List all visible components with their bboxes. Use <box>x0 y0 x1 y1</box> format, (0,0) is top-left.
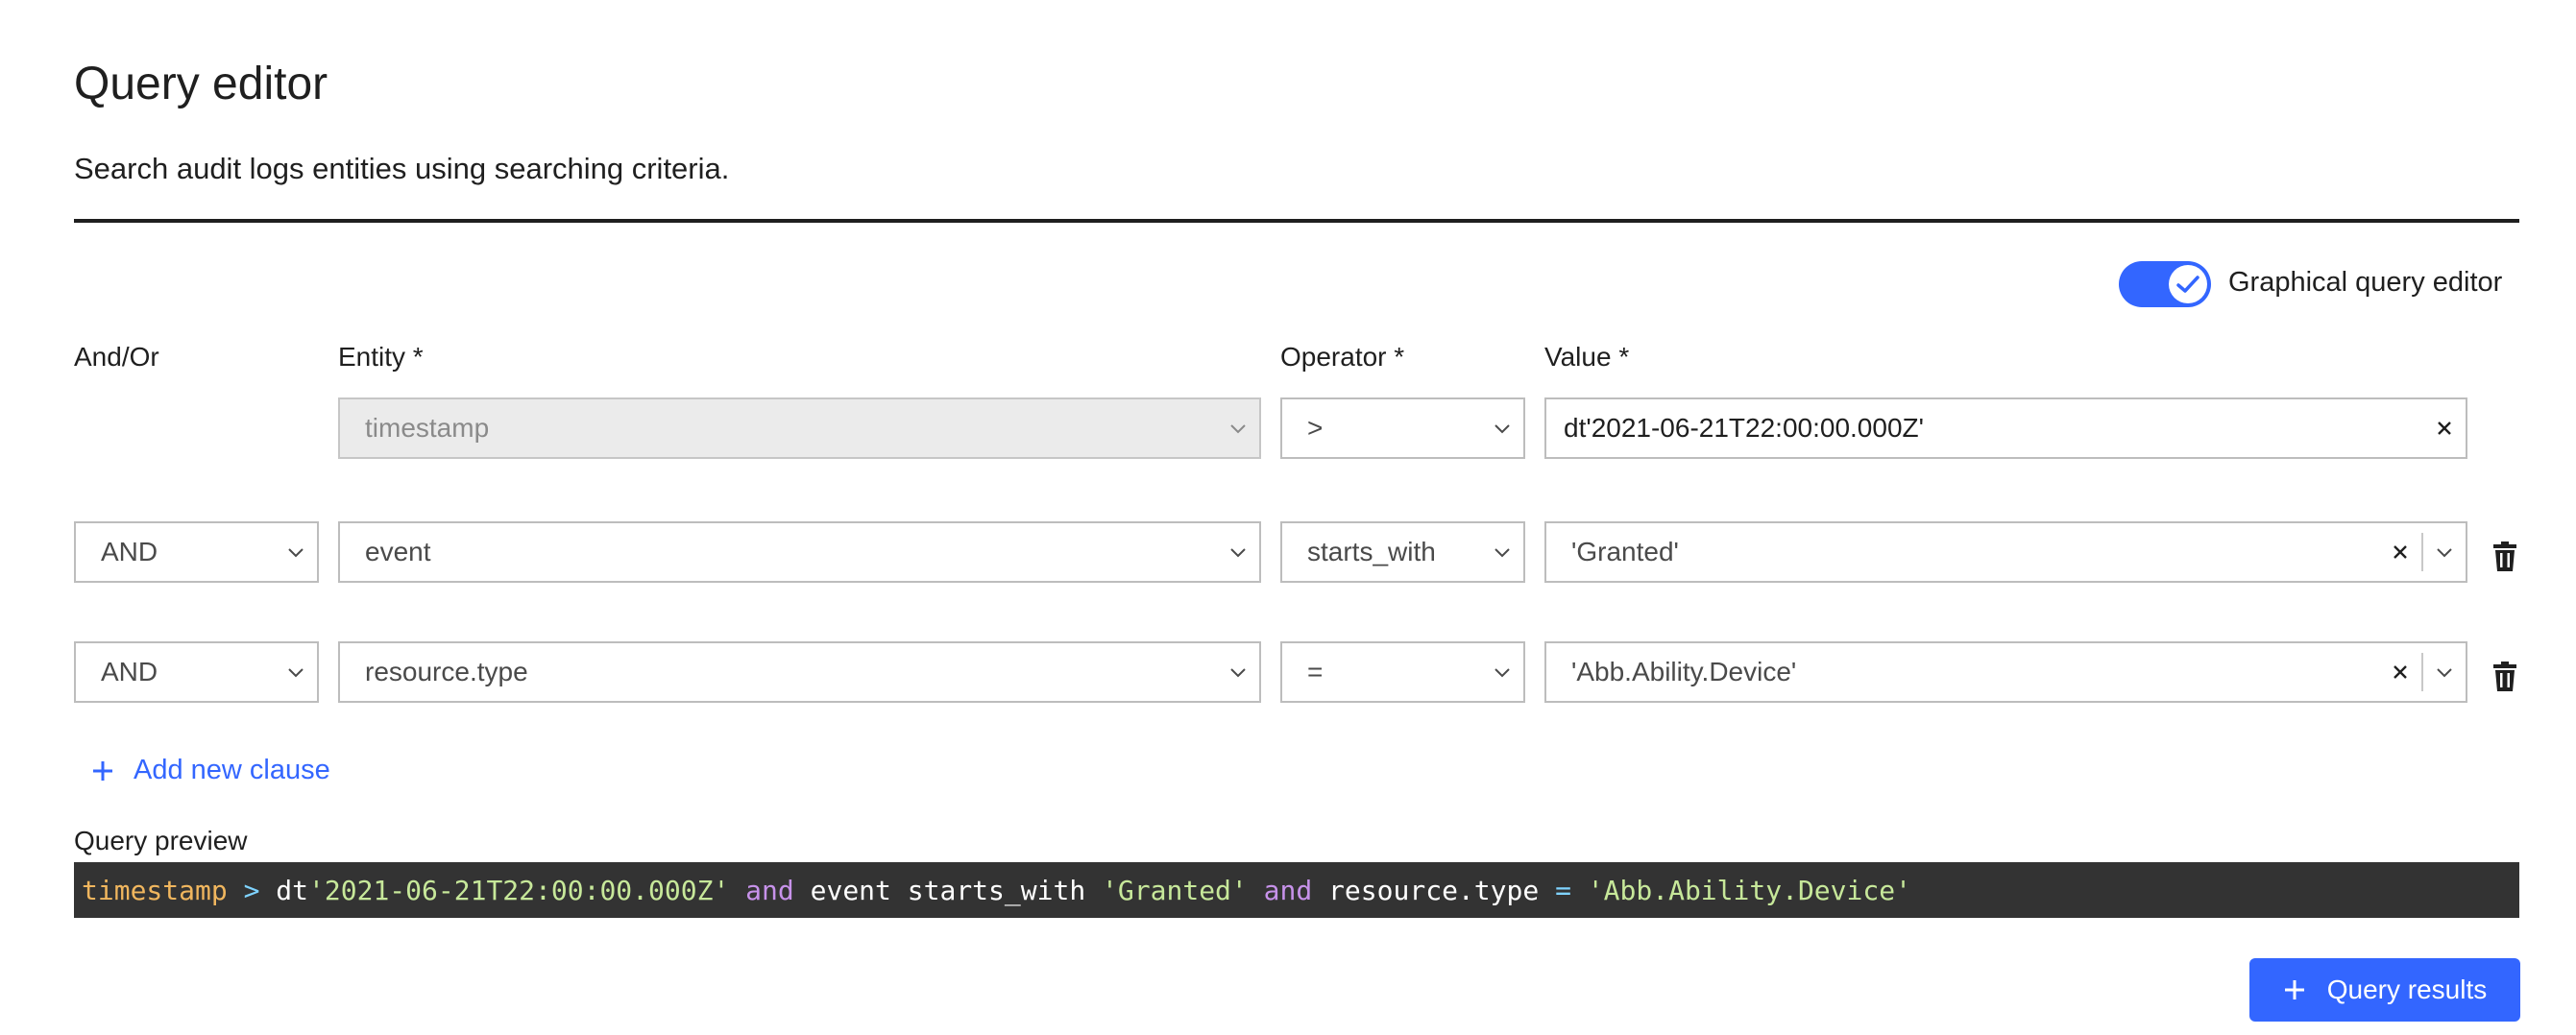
query-preview: timestamp > dt '2021-06-21T22:00:00.000Z'… <box>74 862 2519 918</box>
trash-icon[interactable] <box>2488 538 2522 576</box>
chevron-down-icon[interactable] <box>2423 523 2466 581</box>
chevron-down-icon[interactable] <box>275 643 317 701</box>
column-label-andor: And/Or <box>74 342 159 372</box>
chevron-down-icon[interactable] <box>1481 523 1523 581</box>
trash-icon[interactable] <box>2488 658 2522 696</box>
query-token: = <box>1555 874 1571 906</box>
query-token: and <box>745 874 794 906</box>
query-results-button[interactable]: Query results <box>2249 958 2520 1022</box>
value-combobox-2[interactable]: 'Granted' <box>1544 521 2467 583</box>
entity-select-1: timestamp <box>338 397 1261 459</box>
entity-select-2[interactable]: event <box>338 521 1261 583</box>
close-icon[interactable] <box>2379 523 2421 581</box>
plus-icon <box>2284 980 2304 999</box>
andor-select-2[interactable]: AND <box>74 521 319 583</box>
column-label-value: Value * <box>1544 342 1630 372</box>
add-clause-label: Add new clause <box>134 755 330 785</box>
query-token: > <box>243 874 260 906</box>
value-input-1[interactable]: dt'2021-06-21T22:00:00.000Z' <box>1544 397 2467 459</box>
query-token: '2021-06-21T22:00:00.000Z' <box>308 874 730 906</box>
plus-icon <box>93 760 112 781</box>
page-title: Query editor <box>74 59 328 109</box>
toggle-label: Graphical query editor <box>2228 267 2503 298</box>
query-token: dt <box>259 874 309 906</box>
value-combobox-3[interactable]: 'Abb.Ability.Device' <box>1544 641 2467 703</box>
operator-select-2[interactable]: starts_with <box>1280 521 1525 583</box>
chevron-down-icon[interactable] <box>1481 399 1523 457</box>
value-combobox-text: 'Abb.Ability.Device' <box>1571 657 1797 686</box>
chevron-down-icon[interactable] <box>275 523 317 581</box>
operator-select-value: = <box>1307 657 1324 686</box>
entity-select-3[interactable]: resource.type <box>338 641 1261 703</box>
andor-select-value: AND <box>101 537 158 566</box>
query-results-label: Query results <box>2326 975 2488 1004</box>
entity-select-value: event <box>365 537 431 566</box>
operator-select-value: starts_with <box>1307 537 1436 566</box>
andor-select-3[interactable]: AND <box>74 641 319 703</box>
page-subtitle: Search audit logs entities using searchi… <box>74 152 730 185</box>
chevron-down-icon[interactable] <box>1481 643 1523 701</box>
query-token: resource.type <box>1312 874 1556 906</box>
check-icon <box>2176 276 2199 293</box>
query-token <box>228 875 244 906</box>
column-label-entity: Entity * <box>338 342 424 372</box>
column-label-operator: Operator * <box>1280 342 1405 372</box>
andor-select-value: AND <box>101 657 158 686</box>
query-token: event starts_with <box>793 874 1103 906</box>
close-icon[interactable] <box>2379 643 2421 701</box>
close-icon[interactable] <box>2423 399 2466 457</box>
toggle-knob <box>2169 265 2207 303</box>
header-divider <box>74 219 2519 223</box>
value-input-text: dt'2021-06-21T22:00:00.000Z' <box>1564 413 1924 443</box>
entity-select-value: timestamp <box>365 413 490 443</box>
add-clause-button[interactable]: Add new clause <box>91 755 330 786</box>
query-preview-label: Query preview <box>74 826 248 855</box>
chevron-down-icon[interactable] <box>2423 643 2466 701</box>
query-token: 'Abb.Ability.Device' <box>1587 874 1911 906</box>
graphical-editor-toggle[interactable] <box>2119 261 2211 307</box>
value-combobox-text: 'Granted' <box>1571 537 1679 566</box>
query-token <box>1248 875 1264 906</box>
query-token: and <box>1263 874 1313 906</box>
query-token: 'Granted' <box>1102 874 1248 906</box>
chevron-down-icon[interactable] <box>1217 523 1259 581</box>
query-token <box>729 875 745 906</box>
query-token: timestamp <box>82 874 228 906</box>
operator-select-3[interactable]: = <box>1280 641 1525 703</box>
query-token <box>1571 875 1588 906</box>
entity-select-value: resource.type <box>365 657 528 686</box>
chevron-down-icon[interactable] <box>1217 643 1259 701</box>
operator-select-value: > <box>1307 413 1324 443</box>
chevron-down-icon <box>1217 399 1259 457</box>
operator-select-1[interactable]: > <box>1280 397 1525 459</box>
